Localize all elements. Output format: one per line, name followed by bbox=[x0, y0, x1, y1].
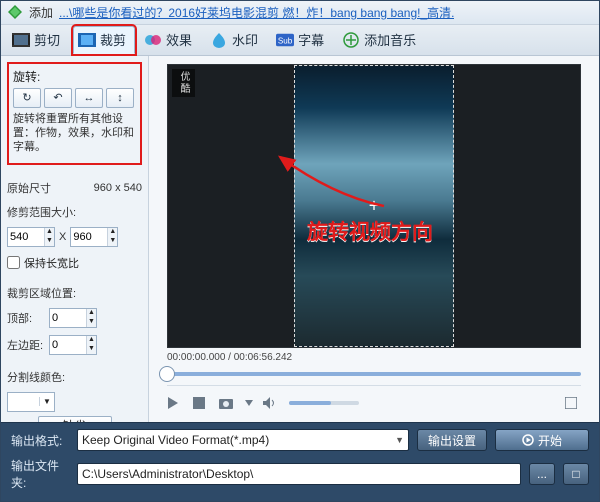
keep-aspect-checkbox[interactable] bbox=[7, 256, 20, 269]
keep-aspect-label: 保持长宽比 bbox=[24, 255, 79, 271]
output-settings-button[interactable]: 输出设置 bbox=[417, 429, 487, 451]
output-format-select[interactable]: Keep Original Video Format(*.mp4) ▼ bbox=[77, 429, 409, 451]
flip-h-button[interactable]: ↔ bbox=[75, 88, 103, 108]
snapshot-button[interactable] bbox=[219, 397, 235, 409]
tab-effect[interactable]: 效果 bbox=[139, 26, 201, 54]
effect-icon bbox=[144, 31, 162, 49]
trim-height-up[interactable]: ▲ bbox=[108, 228, 117, 237]
trim-width-stepper[interactable]: ▲▼ bbox=[7, 227, 55, 247]
start-button[interactable]: 开始 bbox=[495, 429, 589, 451]
trim-width-up[interactable]: ▲ bbox=[45, 228, 54, 237]
svg-text:Sub: Sub bbox=[278, 36, 293, 45]
region-label: 裁剪区域位置: bbox=[7, 285, 142, 301]
tab-music-label: 添加音乐 bbox=[364, 30, 416, 49]
app-window: 添加 ...\哪些是你看过的？2016好莱坞电影混剪 燃！炸！bang bang… bbox=[0, 0, 600, 502]
split-color-select[interactable]: ▼ bbox=[7, 392, 55, 412]
tab-crop-label: 裁剪 bbox=[100, 30, 126, 49]
output-folder-value: C:\Users\Administrator\Desktop\ bbox=[82, 467, 516, 481]
tab-subtitle[interactable]: Sub 字幕 bbox=[271, 26, 333, 54]
main-area: 旋转: ↻ ↶ ↔ ↕ 旋转将重置所有其他设置：作物，效果，水印和字幕。 原始尺… bbox=[1, 56, 599, 422]
chevron-down-icon: ▼ bbox=[39, 397, 54, 406]
orig-size-value: 960 x 540 bbox=[94, 182, 142, 194]
crop-rectangle[interactable] bbox=[294, 65, 454, 347]
film-icon bbox=[12, 31, 30, 49]
video-preview[interactable]: 优酷 bbox=[167, 64, 581, 348]
trim-height-down[interactable]: ▼ bbox=[108, 237, 117, 246]
volume-slider[interactable] bbox=[289, 401, 359, 405]
music-icon bbox=[342, 31, 360, 49]
tab-cut[interactable]: 剪切 bbox=[7, 26, 69, 54]
rotate-panel: 旋转: ↻ ↶ ↔ ↕ 旋转将重置所有其他设置：作物，效果，水印和字幕。 bbox=[7, 62, 142, 165]
left-label: 左边距: bbox=[7, 337, 45, 353]
watermark-icon bbox=[210, 31, 228, 49]
tab-crop[interactable]: 裁剪 bbox=[73, 26, 135, 54]
open-folder-icon: □ bbox=[572, 467, 579, 481]
top-input[interactable] bbox=[50, 309, 86, 327]
start-icon bbox=[522, 434, 534, 446]
open-folder-button[interactable]: □ bbox=[563, 463, 589, 485]
tabs-row: 剪切 裁剪 效果 水印 Sub 字幕 添加音乐 bbox=[1, 25, 599, 56]
subtitle-icon: Sub bbox=[276, 31, 294, 49]
timecode: 00:00:00.000 / 00:06:56.242 bbox=[167, 352, 581, 363]
start-button-label: 开始 bbox=[538, 432, 562, 449]
output-settings-label: 输出设置 bbox=[428, 432, 476, 449]
titlebar-add-label: 添加 bbox=[29, 4, 53, 21]
seek-slider[interactable] bbox=[167, 367, 581, 381]
trim-x: X bbox=[59, 231, 66, 243]
trim-width-input[interactable] bbox=[8, 228, 44, 246]
rotate-ccw-icon: ↶ bbox=[53, 91, 62, 104]
snapshot-menu-button[interactable] bbox=[245, 397, 253, 409]
tab-effect-label: 效果 bbox=[166, 30, 192, 49]
left-stepper[interactable]: ▲▼ bbox=[49, 335, 97, 355]
output-format-label: 输出格式: bbox=[11, 432, 69, 449]
tab-music[interactable]: 添加音乐 bbox=[337, 26, 425, 54]
footer: 输出格式: Keep Original Video Format(*.mp4) … bbox=[1, 422, 599, 501]
preview-area: 优酷 旋转视频方向 00:00:00.000 / 00:06:56.242 bbox=[149, 56, 599, 422]
rotate-cw-button[interactable]: ↻ bbox=[13, 88, 41, 108]
trim-height-stepper[interactable]: ▲▼ bbox=[70, 227, 118, 247]
left-down[interactable]: ▼ bbox=[87, 345, 96, 354]
trim-range-label: 修剪范围大小: bbox=[7, 204, 142, 220]
tab-watermark-label: 水印 bbox=[232, 30, 258, 49]
trim-height-input[interactable] bbox=[71, 228, 107, 246]
left-input[interactable] bbox=[50, 336, 86, 354]
top-down[interactable]: ▼ bbox=[87, 318, 96, 327]
rotate-cw-icon: ↻ bbox=[22, 91, 31, 104]
fullscreen-button[interactable] bbox=[565, 397, 581, 409]
flip-v-icon: ↕ bbox=[117, 92, 123, 104]
rotate-label: 旋转: bbox=[13, 68, 136, 85]
seek-thumb[interactable] bbox=[159, 366, 175, 382]
top-up[interactable]: ▲ bbox=[87, 309, 96, 318]
tab-watermark[interactable]: 水印 bbox=[205, 26, 267, 54]
crop-sidebar: 旋转: ↻ ↶ ↔ ↕ 旋转将重置所有其他设置：作物，效果，水印和字幕。 原始尺… bbox=[1, 56, 149, 422]
top-stepper[interactable]: ▲▼ bbox=[49, 308, 97, 328]
titlebar: 添加 ...\哪些是你看过的？2016好莱坞电影混剪 燃！炸！bang bang… bbox=[1, 1, 599, 25]
video-corner-watermark: 优酷 bbox=[172, 69, 195, 97]
titlebar-file-name: ...\哪些是你看过的？2016好莱坞电影混剪 燃！炸！bang bang ba… bbox=[59, 4, 454, 21]
player-controls bbox=[167, 385, 581, 416]
orig-size-label: 原始尺寸 bbox=[7, 180, 51, 196]
tab-subtitle-label: 字幕 bbox=[298, 30, 324, 49]
flip-h-icon: ↔ bbox=[84, 92, 95, 104]
chevron-down-icon: ▼ bbox=[391, 435, 404, 445]
top-label: 顶部: bbox=[7, 310, 45, 326]
play-button[interactable] bbox=[167, 397, 183, 409]
output-folder-label: 输出文件夹: bbox=[11, 457, 69, 491]
rotate-ccw-button[interactable]: ↶ bbox=[44, 88, 72, 108]
browse-label: ... bbox=[537, 467, 547, 481]
trim-width-down[interactable]: ▼ bbox=[45, 237, 54, 246]
output-folder-field[interactable]: C:\Users\Administrator\Desktop\ bbox=[77, 463, 521, 485]
tab-cut-label: 剪切 bbox=[34, 30, 60, 49]
flip-v-button[interactable]: ↕ bbox=[106, 88, 134, 108]
rotate-note: 旋转将重置所有其他设置：作物，效果，水印和字幕。 bbox=[13, 112, 136, 155]
volume-button[interactable] bbox=[263, 397, 279, 409]
stop-button[interactable] bbox=[193, 397, 209, 409]
browse-folder-button[interactable]: ... bbox=[529, 463, 555, 485]
app-logo-icon bbox=[7, 4, 23, 20]
left-up[interactable]: ▲ bbox=[87, 336, 96, 345]
output-format-value: Keep Original Video Format(*.mp4) bbox=[82, 433, 391, 447]
crop-icon bbox=[78, 31, 96, 49]
split-color-label: 分割线颜色: bbox=[7, 369, 142, 385]
